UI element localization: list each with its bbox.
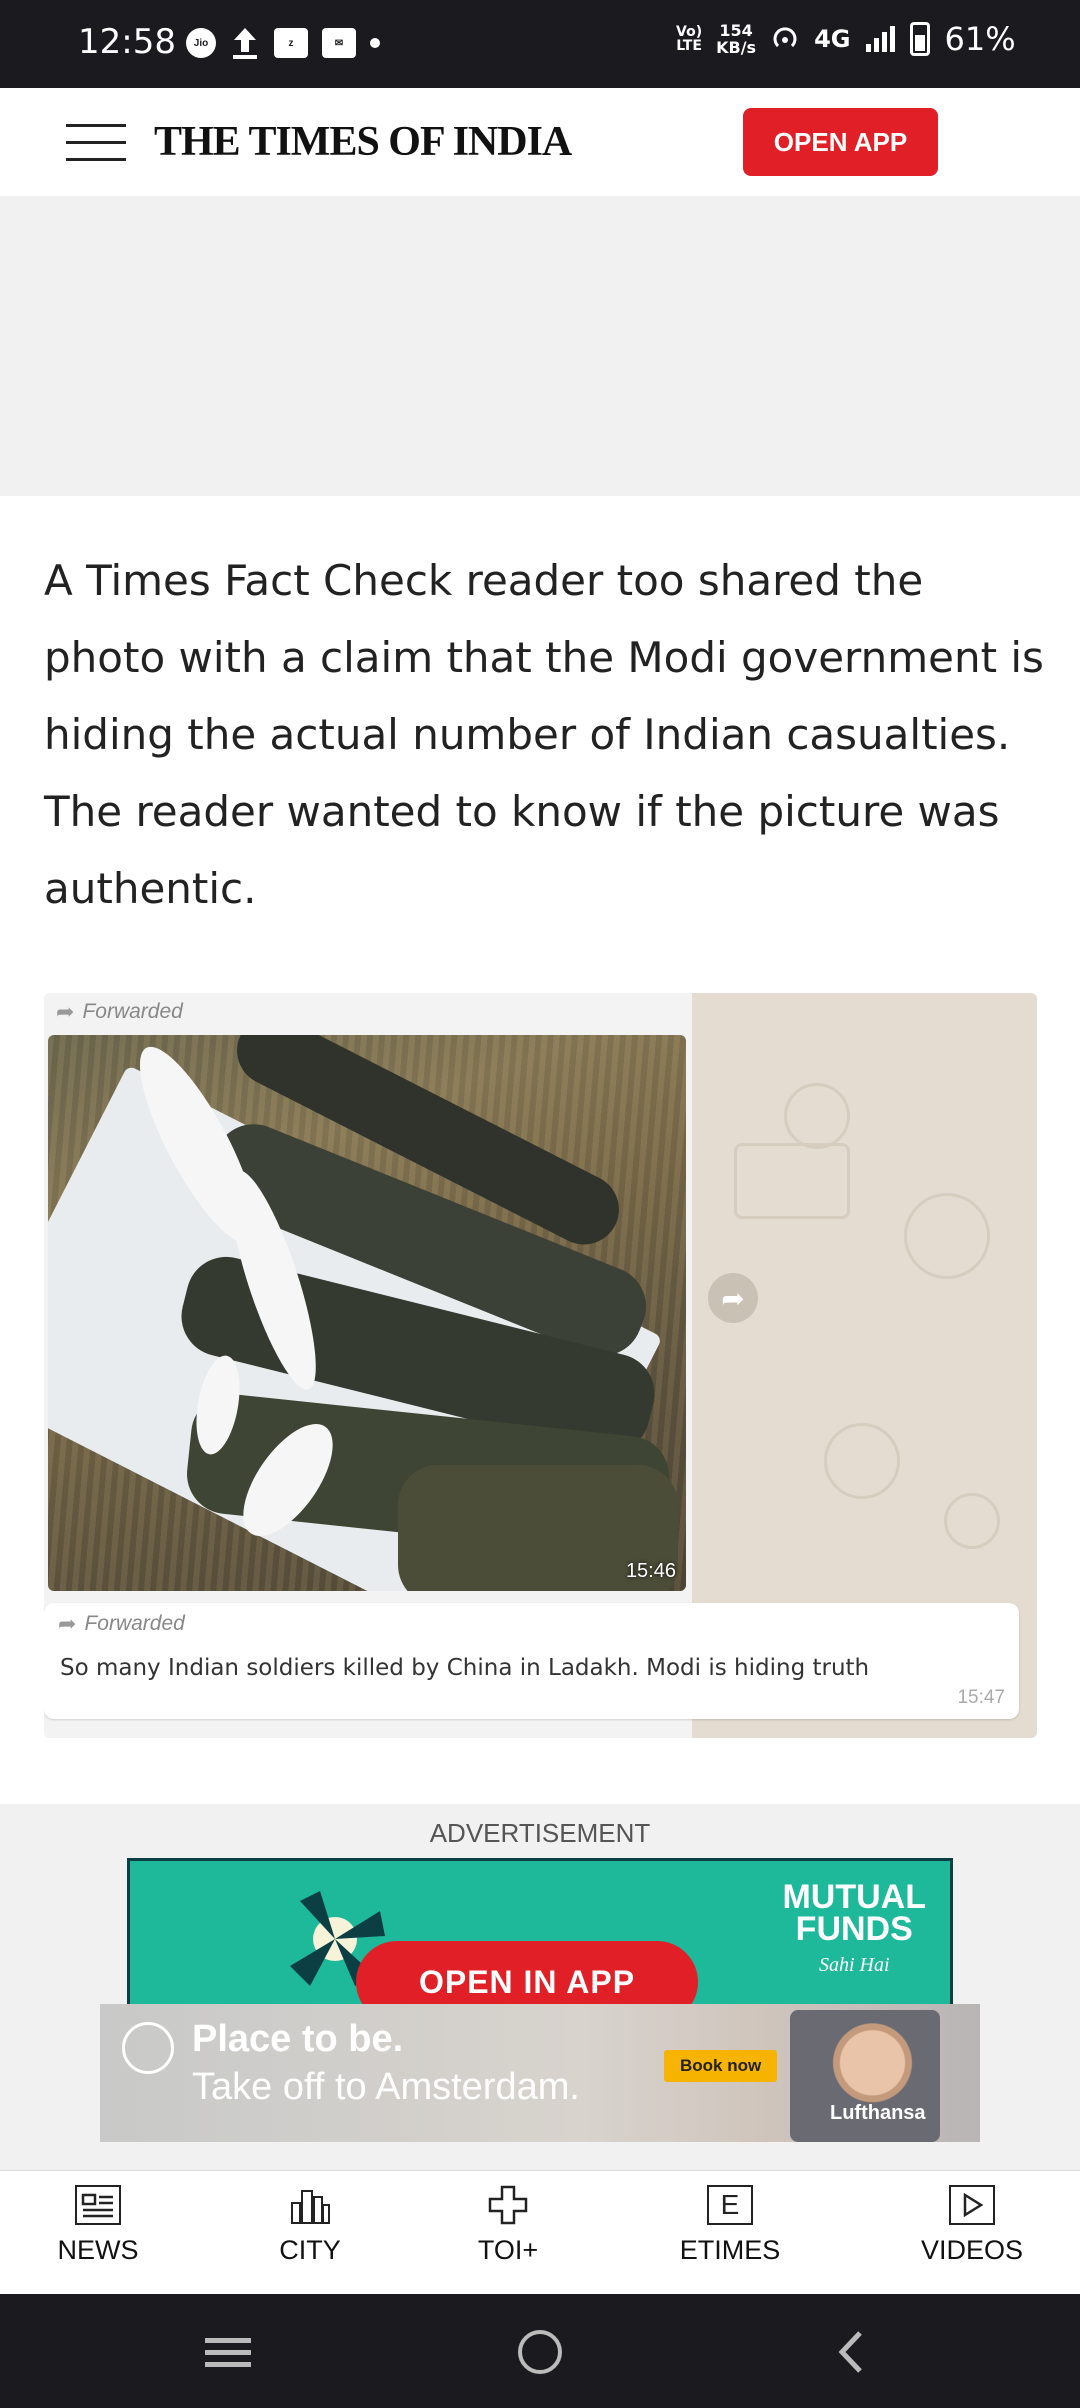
- system-navigation-bar: [0, 2294, 1080, 2408]
- lufthansa-banner[interactable]: Place to be. Take off to Amsterdam. Book…: [100, 2004, 980, 2142]
- article-image[interactable]: ➦ Forwarded 15:46 ➦ ➦ Forwarded So many …: [44, 993, 1037, 1738]
- network-type: 4G: [814, 25, 851, 53]
- home-icon[interactable]: [510, 2324, 570, 2380]
- forward-arrow-icon: ➦: [58, 1611, 77, 1636]
- nav-label: TOI+: [477, 2235, 539, 2265]
- doodle-shape: [784, 1083, 850, 1149]
- nav-label: NEWS: [57, 2235, 139, 2265]
- book-now-button[interactable]: Book now: [664, 2050, 778, 2082]
- lufthansa-brand: Lufthansa: [830, 2102, 926, 2124]
- net-speed: 154 KB/s: [716, 21, 757, 57]
- open-app-button[interactable]: OPEN APP: [743, 108, 938, 176]
- hamburger-menu-icon[interactable]: [66, 124, 126, 164]
- photo-timestamp: 15:46: [625, 1560, 676, 1582]
- nav-etimes[interactable]: E ETIMES: [640, 2185, 820, 2266]
- lufthansa-subline: Take off to Amsterdam.: [192, 2066, 580, 2108]
- lufthansa-headline: Place to be.: [192, 2018, 404, 2060]
- upload-icon: [233, 28, 257, 59]
- zomato-icon: z: [274, 28, 308, 58]
- message-timestamp: 15:47: [957, 1687, 1005, 1708]
- doodle-shape: [904, 1193, 990, 1279]
- forwarded-label: ➦ Forwarded: [58, 1611, 185, 1636]
- share-arrow-icon: ➦: [708, 1273, 758, 1323]
- status-right: Vo) LTE 154 KB/s 4G 61%: [676, 20, 1016, 58]
- doodle-shape: [734, 1143, 850, 1219]
- nav-videos[interactable]: VIDEOS: [882, 2185, 1062, 2266]
- signal-icon: [866, 26, 896, 52]
- message-text: So many Indian soldiers killed by China …: [60, 1655, 870, 1681]
- nav-label: VIDEOS: [920, 2235, 1024, 2265]
- back-icon[interactable]: [820, 2324, 880, 2380]
- app-icon: ✉: [322, 28, 356, 58]
- article-paragraph: A Times Fact Check reader too shared the…: [44, 556, 1044, 913]
- message-text-bubble: ➦ Forwarded So many Indian soldiers kill…: [44, 1603, 1019, 1719]
- mutual-funds-text: MUTUAL FUNDS Sahi Hai: [782, 1878, 926, 1976]
- nav-toi-plus[interactable]: TOI+: [418, 2185, 598, 2266]
- nav-label: CITY: [279, 2235, 341, 2265]
- bottom-navigation: NEWS CITY TOI+ E ETIMES VIDEOS: [0, 2170, 1080, 2295]
- nav-city[interactable]: CITY: [220, 2185, 400, 2266]
- forward-arrow-icon: ➦: [56, 999, 75, 1024]
- battery-icon: [910, 22, 931, 56]
- jio-icon: Jio: [186, 28, 216, 58]
- site-logo[interactable]: THE TIMES OF INDIA: [154, 118, 572, 166]
- nav-news[interactable]: NEWS: [8, 2185, 188, 2266]
- news-icon: [75, 2185, 121, 2225]
- doodle-shape: [944, 1493, 1000, 1549]
- videos-icon: [949, 2185, 995, 2225]
- status-time: 12:58: [78, 22, 176, 62]
- city-icon: [287, 2185, 333, 2225]
- nav-label: ETIMES: [679, 2235, 781, 2265]
- lufthansa-crane-icon: [122, 2022, 174, 2074]
- notification-icons: Jio z ✉: [186, 26, 380, 60]
- soldiers-photo: 15:46: [48, 1035, 686, 1591]
- volte-icon: Vo) LTE: [676, 24, 703, 54]
- more-notifications-dot: [370, 38, 380, 48]
- app-header: THE TIMES OF INDIA OPEN APP: [0, 88, 1080, 197]
- recent-apps-icon[interactable]: [198, 2324, 258, 2380]
- advertisement-section: ADVERTISEMENT MUTUAL FUNDS Sahi Hai OPEN …: [0, 1804, 1080, 2170]
- doodle-shape: [824, 1423, 900, 1499]
- status-bar: 12:58 Jio z ✉ Vo) LTE 154 KB/s 4G 61%: [0, 0, 1080, 88]
- battery-percent: 61%: [944, 20, 1016, 58]
- toi-plus-icon: [485, 2185, 531, 2225]
- advertisement-label: ADVERTISEMENT: [429, 1818, 651, 1848]
- hotspot-icon: [773, 27, 797, 48]
- forwarded-label: ➦ Forwarded: [56, 999, 183, 1024]
- etimes-icon: E: [707, 2185, 753, 2225]
- ad-placeholder: [0, 196, 1080, 496]
